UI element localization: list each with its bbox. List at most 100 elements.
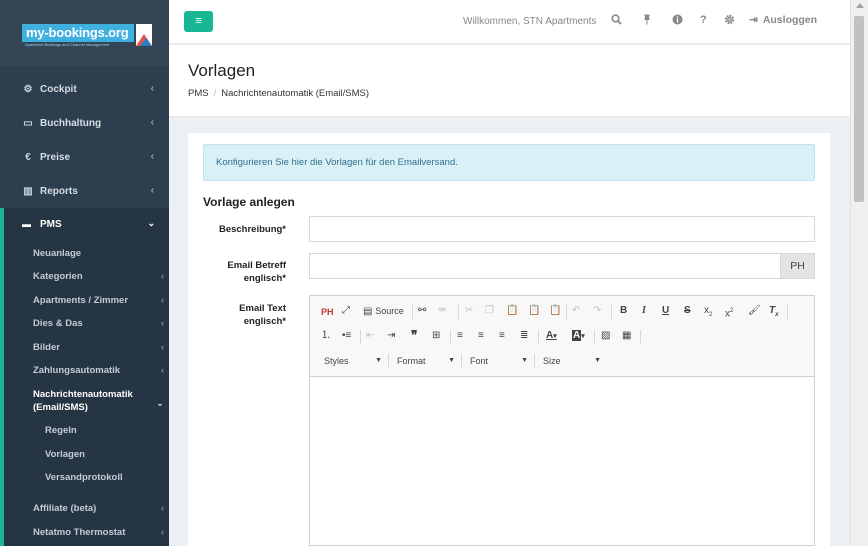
italic-icon[interactable]: I <box>642 305 646 317</box>
sidebar-subsubitem-versandprotokoll[interactable]: Versandprotokoll <box>45 472 123 483</box>
cut-icon[interactable]: ✂ <box>465 305 473 317</box>
sidebar-item-label: Cockpit <box>40 83 77 95</box>
scroll-up-arrow-icon[interactable] <box>856 3 864 8</box>
align-right-icon[interactable]: ≡ <box>499 330 505 342</box>
paste-text-icon[interactable]: 📋 <box>528 305 540 317</box>
sidebar-subitem-nachrichtenautomatik[interactable]: Nachrichtenautomatik (Email/SMS) ⌄ <box>33 388 167 414</box>
sidebar-item-cockpit[interactable]: ⚙ Cockpit ‹ <box>0 72 169 106</box>
blockquote-icon[interactable]: ❞ <box>411 329 417 341</box>
sidebar-subitem-affiliate[interactable]: Affiliate (beta) ‹ <box>33 503 167 514</box>
sidebar-subitem-zahlungsautomatik[interactable]: Zahlungsautomatik ‹ <box>33 365 167 376</box>
breadcrumb-item-pms[interactable]: PMS <box>188 88 209 99</box>
redo-icon[interactable]: ↷ <box>593 305 601 317</box>
sidebar-subitem-kategorien[interactable]: Kategorien ‹ <box>33 271 167 282</box>
logout-icon: ⇥ <box>749 14 758 26</box>
sidebar-item-label: PMS <box>40 218 62 230</box>
sidebar-subitem-neuanlage[interactable]: Neuanlage <box>33 248 167 259</box>
euro-icon: € <box>25 151 31 163</box>
breadcrumb-item-current: Nachrichtenautomatik (Email/SMS) <box>221 88 370 99</box>
page-title: Vorlagen <box>188 61 256 80</box>
text-color-icon[interactable]: A▾ <box>546 330 557 343</box>
chevron-left-icon: ‹ <box>150 117 154 128</box>
align-justify-icon[interactable]: ≣ <box>520 330 528 342</box>
underline-icon[interactable]: U <box>662 305 669 317</box>
div-container-icon[interactable]: ⊞ <box>432 330 440 342</box>
numbered-list-icon[interactable]: ⒈ <box>321 330 331 342</box>
background-color-icon[interactable]: A▾ <box>572 330 585 343</box>
sidebar-item-reports[interactable]: ▥ Reports ‹ <box>0 174 169 208</box>
caret-down-icon: ▼ <box>521 357 528 364</box>
chevron-left-icon: ‹ <box>160 342 164 353</box>
image-icon[interactable]: ▨ <box>601 330 610 342</box>
page-scrollbar[interactable] <box>850 0 868 546</box>
source-button[interactable]: ▤ Source <box>363 305 404 318</box>
help-icon[interactable]: ? <box>700 14 707 26</box>
align-left-icon[interactable]: ≡ <box>457 330 463 342</box>
info-icon[interactable] <box>672 14 683 28</box>
paint-format-icon[interactable]: 🖌 <box>748 305 761 317</box>
sidebar-subitem-bilder[interactable]: Bilder ‹ <box>33 342 167 353</box>
sidebar-item-preise[interactable]: € Preise ‹ <box>0 140 169 174</box>
subject-input[interactable]: PH <box>309 253 815 279</box>
breadcrumb-separator: / <box>213 88 217 99</box>
placeholder-addon-button[interactable]: PH <box>780 254 814 278</box>
sidebar-subsubitem-vorlagen[interactable]: Vorlagen <box>45 449 85 460</box>
logout-button[interactable]: ⇥ Ausloggen <box>749 14 817 26</box>
editor-content-area[interactable] <box>310 378 814 545</box>
sidebar-item-label: Buchhaltung <box>40 117 102 129</box>
paste-icon[interactable]: 📋 <box>506 305 518 317</box>
brand-name: my-bookings.org <box>22 24 134 42</box>
content-panel: Konfigurieren Sie hier die Vorlagen für … <box>188 133 830 546</box>
sidebar-subsubitem-regeln[interactable]: Regeln <box>45 425 77 436</box>
dashboard-icon: ⚙ <box>23 83 33 95</box>
search-icon[interactable] <box>611 14 622 28</box>
align-center-icon[interactable]: ≡ <box>478 330 484 342</box>
sidebar-item-buchhaltung[interactable]: ▭ Buchhaltung ‹ <box>0 106 169 140</box>
brand-tagline: Apartment Bookings and Channel Managemen… <box>25 42 110 47</box>
caret-down-icon: ▼ <box>594 357 601 364</box>
subscript-icon[interactable]: x2 <box>704 305 712 321</box>
styles-dropdown[interactable]: Styles ▼ <box>324 354 382 368</box>
sidebar: my-bookings.org Apartment Bookings and C… <box>0 0 169 546</box>
brand-logo[interactable]: my-bookings.org Apartment Bookings and C… <box>22 24 152 48</box>
remove-format-icon[interactable]: Tx <box>769 305 778 321</box>
table-icon[interactable]: ▦ <box>622 330 631 342</box>
link-icon[interactable]: ⚯ <box>418 305 426 317</box>
strikethrough-icon[interactable]: S <box>684 305 691 317</box>
paste-word-icon[interactable]: 📋 <box>549 305 561 317</box>
breadcrumb: PMS / Nachrichtenautomatik (Email/SMS) <box>188 88 369 99</box>
indent-icon[interactable]: ⇥ <box>387 330 395 342</box>
chevron-left-icon: ‹ <box>150 185 154 196</box>
font-dropdown[interactable]: Font ▼ <box>470 354 528 368</box>
description-input[interactable] <box>309 216 815 242</box>
bold-icon[interactable]: B <box>620 305 627 317</box>
maximize-icon[interactable]: ⤢ <box>342 305 350 317</box>
undo-icon[interactable]: ↶ <box>572 305 580 317</box>
pin-icon[interactable] <box>642 14 652 28</box>
chevron-left-icon: ‹ <box>160 295 164 306</box>
mountain-logo-icon <box>136 24 152 46</box>
chevron-down-icon: ⌄ <box>156 398 164 409</box>
size-dropdown[interactable]: Size ▼ <box>543 354 601 368</box>
chevron-left-icon: ‹ <box>160 318 164 329</box>
hamburger-icon: ≡ <box>195 15 202 27</box>
sidebar-item-pms[interactable]: ▬ PMS ⌄ <box>4 208 169 240</box>
sidebar-subitem-netatmo[interactable]: Netatmo Thermostat ‹ <box>33 527 167 538</box>
gear-icon[interactable] <box>724 14 735 28</box>
unlink-icon[interactable]: ⚮ <box>438 305 446 317</box>
bulleted-list-icon[interactable]: •≡ <box>342 330 351 342</box>
placeholder-insert-button[interactable]: PH <box>321 306 334 318</box>
sidebar-item-label: Preise <box>40 151 71 163</box>
superscript-icon[interactable]: x2 <box>725 305 733 320</box>
chevron-left-icon: ‹ <box>160 271 164 282</box>
welcome-text: Willkommen, STN Apartments <box>463 16 597 27</box>
sidebar-subitem-apartments[interactable]: Apartments / Zimmer ‹ <box>33 295 167 306</box>
format-dropdown[interactable]: Format ▼ <box>397 354 455 368</box>
copy-icon[interactable]: ❐ <box>485 305 494 317</box>
scrollbar-thumb[interactable] <box>854 16 864 202</box>
source-icon: ▤ <box>363 306 373 317</box>
menu-toggle-button[interactable]: ≡ <box>184 11 213 32</box>
chevron-left-icon: ‹ <box>160 503 164 514</box>
sidebar-subitem-dies-das[interactable]: Dies & Das ‹ <box>33 318 167 329</box>
outdent-icon[interactable]: ⇤ <box>366 330 374 342</box>
